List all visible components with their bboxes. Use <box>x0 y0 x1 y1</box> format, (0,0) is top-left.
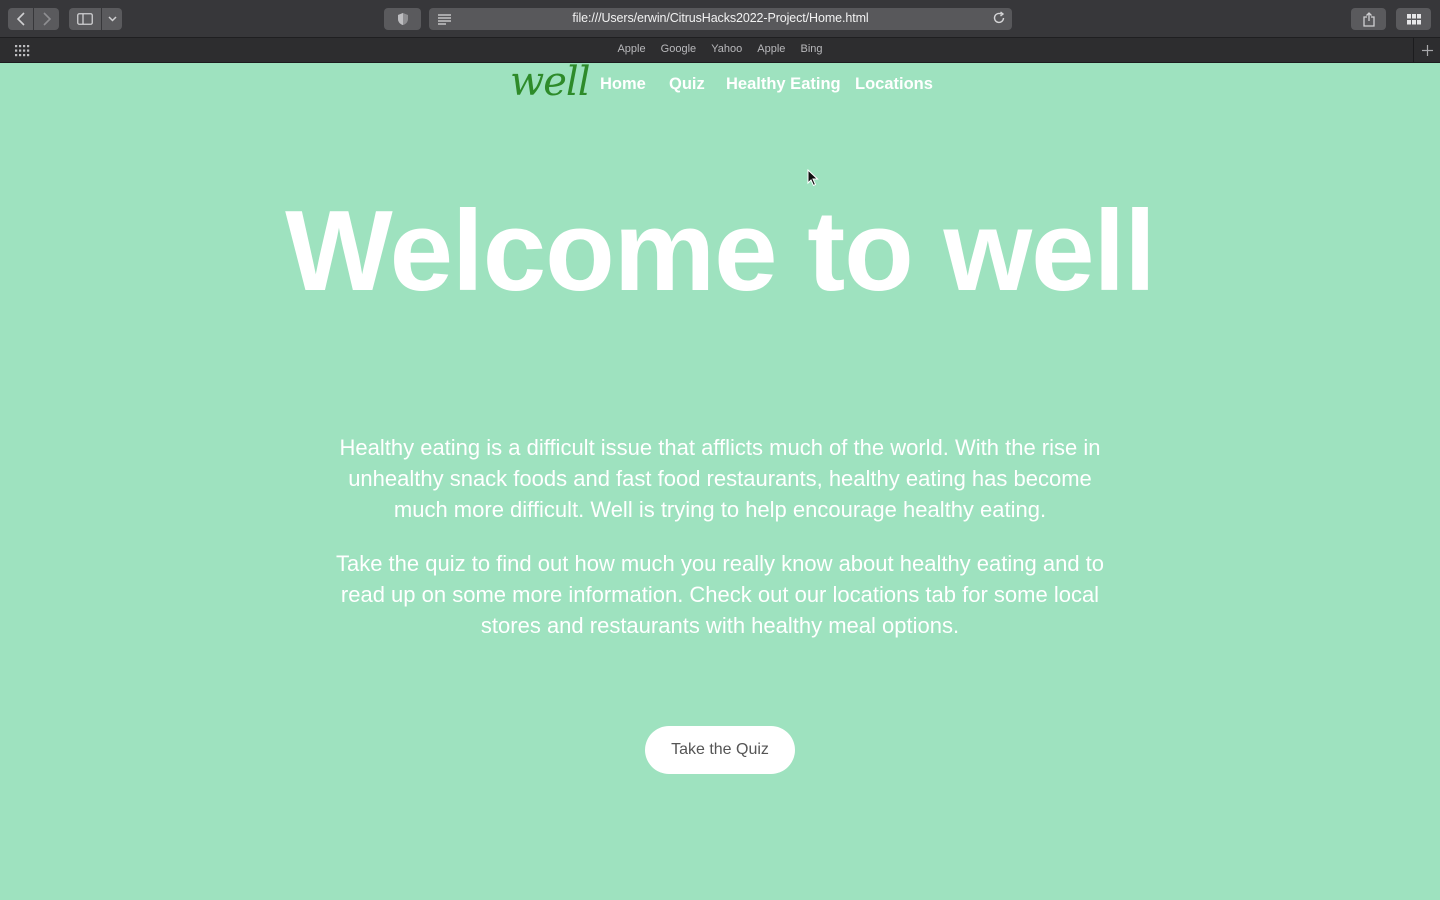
site-logo[interactable]: well <box>510 59 590 105</box>
favorite-link-apple[interactable]: Apple <box>617 43 645 55</box>
privacy-report-button[interactable] <box>384 8 421 30</box>
favorites-links: Apple Google Yahoo Apple Bing <box>0 43 1440 55</box>
site-nav: well Home Quiz Healthy Eating Locations <box>0 59 1440 105</box>
sidebar-icon <box>77 13 93 25</box>
nav-link-quiz[interactable]: Quiz <box>669 75 705 94</box>
address-bar[interactable]: file:///Users/erwin/CitrusHacks2022-Proj… <box>429 8 1012 30</box>
favorite-link-apple-2[interactable]: Apple <box>757 43 785 55</box>
sidebar-menu-button[interactable] <box>102 8 122 30</box>
mouse-cursor-icon <box>807 169 819 187</box>
new-tab-button[interactable] <box>1413 38 1440 62</box>
favorite-link-yahoo[interactable]: Yahoo <box>711 43 742 55</box>
take-quiz-button[interactable]: Take the Quiz <box>645 726 795 774</box>
browser-window: file:///Users/erwin/CitrusHacks2022-Proj… <box>0 0 1440 900</box>
hero-title: Welcome to well <box>285 188 1156 315</box>
sidebar-toggle-button[interactable] <box>69 8 101 30</box>
chevron-down-icon <box>107 16 117 22</box>
quiz-paragraph: Take the quiz to find out how much you r… <box>335 551 1105 638</box>
share-button[interactable] <box>1351 8 1386 30</box>
back-button[interactable] <box>8 8 33 30</box>
nav-link-healthy-eating[interactable]: Healthy Eating <box>726 75 841 94</box>
reload-icon[interactable] <box>992 11 1006 30</box>
intro-paragraph: Healthy eating is a difficult issue that… <box>339 435 1101 522</box>
tab-overview-icon <box>1406 13 1421 24</box>
forward-button[interactable] <box>34 8 59 30</box>
chevron-left-icon <box>16 12 25 26</box>
favorite-link-bing[interactable]: Bing <box>800 43 822 55</box>
browser-toolbar: file:///Users/erwin/CitrusHacks2022-Proj… <box>0 0 1440 38</box>
favorites-bar: Apple Google Yahoo Apple Bing <box>0 38 1440 63</box>
shield-icon <box>397 13 408 25</box>
share-icon <box>1362 11 1375 27</box>
web-page: well Home Quiz Healthy Eating Locations … <box>0 59 1440 900</box>
tab-overview-button[interactable] <box>1396 8 1431 30</box>
favorite-link-google[interactable]: Google <box>661 43 696 55</box>
nav-link-locations[interactable]: Locations <box>855 75 933 94</box>
nav-link-home[interactable]: Home <box>600 75 646 94</box>
plus-icon <box>1421 44 1433 56</box>
url-text[interactable]: file:///Users/erwin/CitrusHacks2022-Proj… <box>429 11 1012 25</box>
chevron-right-icon <box>42 12 51 26</box>
